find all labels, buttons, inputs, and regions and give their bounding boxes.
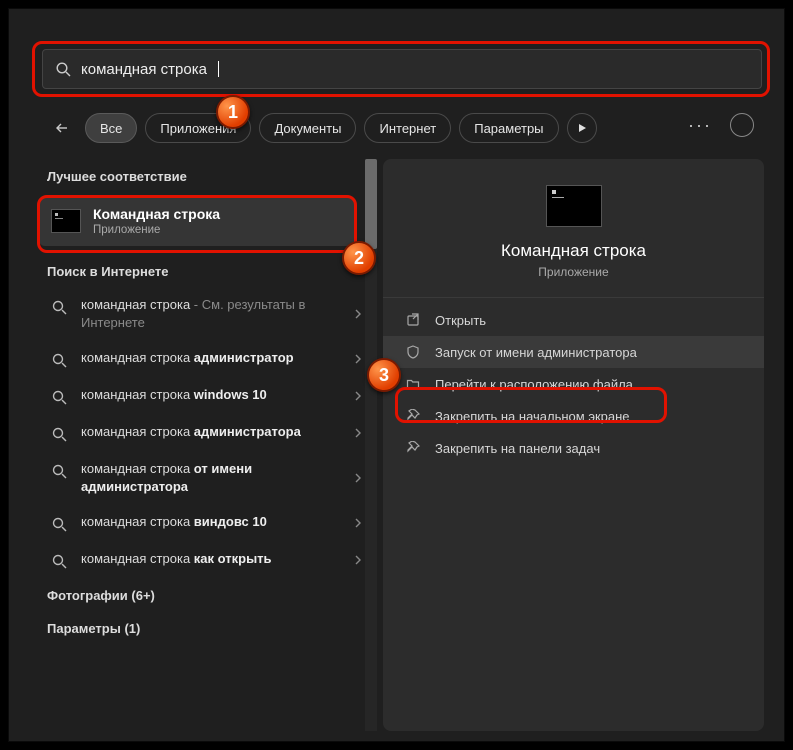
pin-icon: [405, 408, 421, 424]
shield-icon: [405, 344, 421, 360]
web-results-list: командная строка - См. результаты в Инте…: [29, 287, 365, 578]
preview-subtitle: Приложение: [383, 265, 764, 279]
chevron-right-icon: [353, 471, 363, 485]
section-settings[interactable]: Параметры (1): [29, 611, 365, 644]
arrow-left-icon: [54, 120, 70, 136]
web-result-item[interactable]: командная строка - См. результаты в Инте…: [29, 287, 365, 340]
web-result-item[interactable]: командная строка как открыть: [29, 541, 365, 578]
pin-icon: [405, 440, 421, 456]
web-result-item[interactable]: командная строка windows 10: [29, 377, 365, 414]
filter-pill-web[interactable]: Интернет: [364, 113, 451, 143]
search-query-text: командная строка: [81, 61, 207, 78]
open-icon: [405, 312, 421, 328]
section-best-match: Лучшее соответствие: [29, 159, 365, 192]
filter-bar: Все Приложения Документы Интернет Параме…: [47, 113, 597, 143]
web-result-item[interactable]: командная строка виндовс 10: [29, 504, 365, 541]
filter-pill-settings[interactable]: Параметры: [459, 113, 558, 143]
content-area: Лучшее соответствие Командная строка При…: [29, 159, 764, 731]
chevron-right-icon: [353, 516, 363, 530]
chevron-right-icon: [353, 352, 363, 366]
account-button[interactable]: [730, 113, 754, 137]
search-icon: [55, 61, 71, 77]
cmd-icon: [51, 209, 81, 233]
chevron-right-icon: [353, 389, 363, 403]
action-shield[interactable]: Запуск от имени администратора: [383, 336, 764, 368]
chevron-right-icon: [353, 426, 363, 440]
scrollbar[interactable]: [365, 159, 377, 731]
action-folder[interactable]: Перейти к расположению файла: [383, 368, 764, 400]
best-match-subtitle: Приложение: [93, 224, 220, 236]
filter-more-button[interactable]: [567, 113, 597, 143]
search-input[interactable]: командная строка: [42, 49, 762, 89]
overflow-button[interactable]: ···: [688, 115, 712, 136]
web-result-item[interactable]: командная строка от имени администратора: [29, 451, 365, 504]
folder-icon: [405, 376, 421, 392]
play-icon: [577, 123, 587, 133]
best-match-title: Командная строка: [93, 206, 220, 222]
header-right-icons: ···: [688, 113, 754, 137]
scrollbar-thumb[interactable]: [365, 159, 377, 249]
preview-title: Командная строка: [383, 241, 764, 261]
results-pane: Лучшее соответствие Командная строка При…: [29, 159, 365, 731]
web-result-item[interactable]: командная строка администратора: [29, 414, 365, 451]
web-result-item[interactable]: командная строка администратор: [29, 340, 365, 377]
best-match-item[interactable]: Командная строка Приложение: [39, 196, 355, 246]
text-caret: [218, 61, 219, 77]
divider: [383, 297, 764, 298]
filter-pill-apps[interactable]: Приложения: [145, 113, 251, 143]
filter-pill-all[interactable]: Все: [85, 113, 137, 143]
action-pin[interactable]: Закрепить на начальном экране: [383, 400, 764, 432]
chevron-right-icon: [353, 307, 363, 321]
chevron-right-icon: [353, 553, 363, 567]
preview-pane: Командная строка Приложение ОткрытьЗапус…: [383, 159, 764, 731]
back-button[interactable]: [47, 113, 77, 143]
preview-app-icon: [546, 185, 602, 227]
section-web-search: Поиск в Интернете: [29, 254, 365, 287]
section-photos[interactable]: Фотографии (6+): [29, 578, 365, 611]
filter-pill-documents[interactable]: Документы: [259, 113, 356, 143]
action-pin[interactable]: Закрепить на панели задач: [383, 432, 764, 464]
action-open[interactable]: Открыть: [383, 304, 764, 336]
action-list: ОткрытьЗапуск от имени администратораПер…: [383, 304, 764, 464]
window-frame: командная строка Все Приложения Документ…: [8, 8, 785, 742]
